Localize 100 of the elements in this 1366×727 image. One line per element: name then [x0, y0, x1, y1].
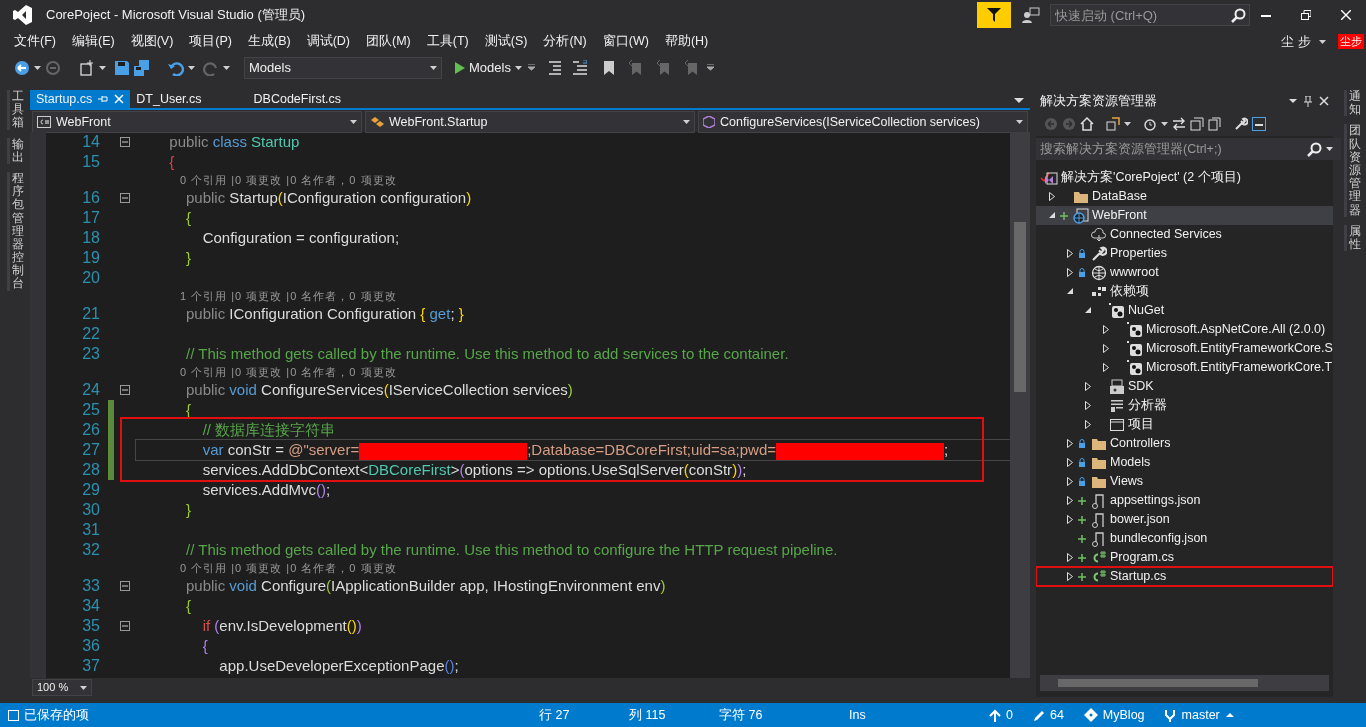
collapse-icon[interactable] [120, 581, 130, 591]
menu-item[interactable]: 帮助(H) [656, 32, 717, 51]
start-button[interactable]: Models [454, 57, 511, 78]
tree-row[interactable]: SDK [1036, 377, 1333, 396]
collapsed-arrow-icon[interactable] [1066, 439, 1075, 448]
quick-launch-field[interactable]: 快速启动 (Ctrl+Q) [1050, 4, 1250, 26]
configuration-dropdown[interactable]: Models [244, 56, 442, 79]
tree-row[interactable]: Properties [1036, 244, 1333, 263]
tab-list-icon[interactable] [1014, 98, 1024, 103]
avatar[interactable]: 尘步 [1338, 33, 1364, 50]
tree-row[interactable]: DataBase [1036, 187, 1333, 206]
collapsed-arrow-icon[interactable] [1048, 192, 1057, 201]
menu-item[interactable]: 分析(N) [535, 32, 595, 51]
tree-row[interactable]: Microsoft.EntityFrameworkCore.S [1036, 339, 1333, 358]
navigation-dropdown[interactable]: WebFront.Startup [365, 111, 695, 133]
home-icon[interactable] [1080, 117, 1094, 131]
menu-item[interactable]: 生成(B) [240, 32, 299, 51]
collapsed-arrow-icon[interactable] [1102, 325, 1111, 334]
zoom-dropdown[interactable]: 100 % [32, 679, 92, 696]
menu-item[interactable]: 工具(T) [418, 32, 477, 51]
branch-selector[interactable]: master [1162, 705, 1220, 725]
notification-button[interactable] [977, 2, 1011, 28]
code-lens[interactable]: 1 个引用 |0 项更改 |0 名作者，0 项更改 [136, 287, 397, 305]
collapse-all-icon[interactable] [1190, 117, 1204, 131]
collapsed-arrow-icon[interactable] [1084, 382, 1093, 391]
collapsed-arrow-icon[interactable] [1066, 477, 1075, 486]
menu-item[interactable]: 编辑(E) [63, 32, 123, 51]
collapse-icon[interactable] [120, 621, 130, 631]
clock-icon[interactable] [1143, 117, 1157, 131]
caret-icon[interactable] [1016, 120, 1023, 124]
bookmark-back-icon[interactable] [628, 59, 643, 76]
tree-row[interactable]: NuGet [1036, 301, 1333, 320]
tree-row[interactable]: Program.cs [1036, 548, 1333, 567]
undo-icon[interactable] [168, 59, 184, 76]
menu-item[interactable]: 窗口(W) [594, 32, 657, 51]
caret-icon[interactable] [223, 65, 230, 70]
menu-item[interactable]: 视图(V) [122, 32, 182, 51]
collapsed-arrow-icon[interactable] [1066, 572, 1075, 581]
tree-row[interactable]: 分析器 [1036, 396, 1333, 415]
tool-window-tab[interactable]: 团队资源管理器 [1343, 124, 1361, 217]
sync-view-icon[interactable] [1106, 117, 1120, 131]
tree-row[interactable]: Controllers [1036, 434, 1333, 453]
repository-selector[interactable]: MyBlog [1083, 705, 1145, 725]
menu-item[interactable]: 调试(D) [298, 32, 358, 51]
code-lens[interactable]: 0 个引用 |0 项更改 |0 名作者，0 项更改 [136, 559, 397, 577]
caret-icon[interactable] [188, 65, 195, 70]
wrench-icon[interactable] [1234, 117, 1248, 131]
user-menu[interactable]: 尘步 [1281, 31, 1326, 52]
file-tab[interactable]: DT_User.cs [130, 90, 248, 108]
collapsed-arrow-icon[interactable] [1066, 496, 1075, 505]
menu-item[interactable]: 测试(S) [476, 32, 536, 51]
search-field[interactable]: 搜索解决方案资源管理器(Ctrl+;) [1036, 138, 1341, 160]
caret-icon[interactable] [1319, 39, 1326, 44]
expanded-arrow-icon[interactable] [1084, 306, 1093, 315]
caret-up-icon[interactable] [1225, 713, 1234, 717]
preview-icon[interactable] [1252, 117, 1266, 131]
collapsed-arrow-icon[interactable] [1066, 268, 1075, 277]
caret-icon[interactable] [683, 120, 690, 124]
collapsed-arrow-icon[interactable] [1084, 401, 1093, 410]
collapsed-arrow-icon[interactable] [1066, 515, 1075, 524]
tree-row[interactable]: 项目 [1036, 415, 1333, 434]
list-icon[interactable] [548, 59, 563, 76]
menu-item[interactable]: 团队(M) [358, 32, 419, 51]
tree-row[interactable]: bower.json [1036, 510, 1333, 529]
navigation-dropdown[interactable]: ConfigureServices(IServiceCollection services) [698, 111, 1028, 133]
overflow-icon[interactable] [527, 64, 535, 71]
tree-row[interactable]: appsettings.json [1036, 491, 1333, 510]
menu-item[interactable]: 文件(F) [6, 32, 64, 51]
tree-row[interactable]: bundleconfig.json [1036, 529, 1333, 548]
caret-icon[interactable] [430, 65, 437, 70]
collapse-icon[interactable] [120, 193, 130, 203]
tree-row[interactable]: Models [1036, 453, 1333, 472]
bookmark-forward-icon[interactable] [656, 59, 671, 76]
vertical-scrollbar[interactable] [1010, 132, 1030, 678]
caret-icon[interactable] [514, 65, 522, 70]
pin-icon[interactable] [1303, 95, 1313, 107]
horizontal-scrollbar[interactable] [1040, 675, 1329, 691]
caret-icon[interactable] [1161, 122, 1168, 126]
tree-row[interactable]: Microsoft.EntityFrameworkCore.T [1036, 358, 1333, 377]
caret-icon[interactable] [80, 685, 87, 690]
tree-row[interactable]: Views [1036, 472, 1333, 491]
collapsed-arrow-icon[interactable] [1066, 458, 1075, 467]
tree-row[interactable]: wwwroot [1036, 263, 1333, 282]
caret-icon[interactable] [350, 120, 357, 124]
tool-window-tab[interactable]: 属性 [1343, 224, 1361, 252]
copy-icon[interactable] [1208, 117, 1222, 131]
swap-arrows-icon[interactable] [1172, 117, 1186, 131]
caret-icon[interactable] [34, 65, 41, 70]
list-icon[interactable] [572, 59, 587, 76]
save-all-icon[interactable] [134, 59, 150, 76]
navigation-dropdown[interactable]: WebFront [32, 111, 362, 133]
expanded-arrow-icon[interactable] [1048, 211, 1057, 220]
tree-row[interactable]: Microsoft.AspNetCore.All (2.0.0) [1036, 320, 1333, 339]
tool-window-tab[interactable]: 工具箱 [6, 90, 24, 130]
dropdown-icon[interactable] [1289, 99, 1297, 103]
caret-icon[interactable] [1124, 122, 1131, 126]
bookmark-clear-icon[interactable] [684, 59, 699, 76]
collapsed-arrow-icon[interactable] [1066, 553, 1075, 562]
collapsed-arrow-icon[interactable] [1084, 420, 1093, 429]
tree-row[interactable]: WebFront [1036, 206, 1333, 225]
